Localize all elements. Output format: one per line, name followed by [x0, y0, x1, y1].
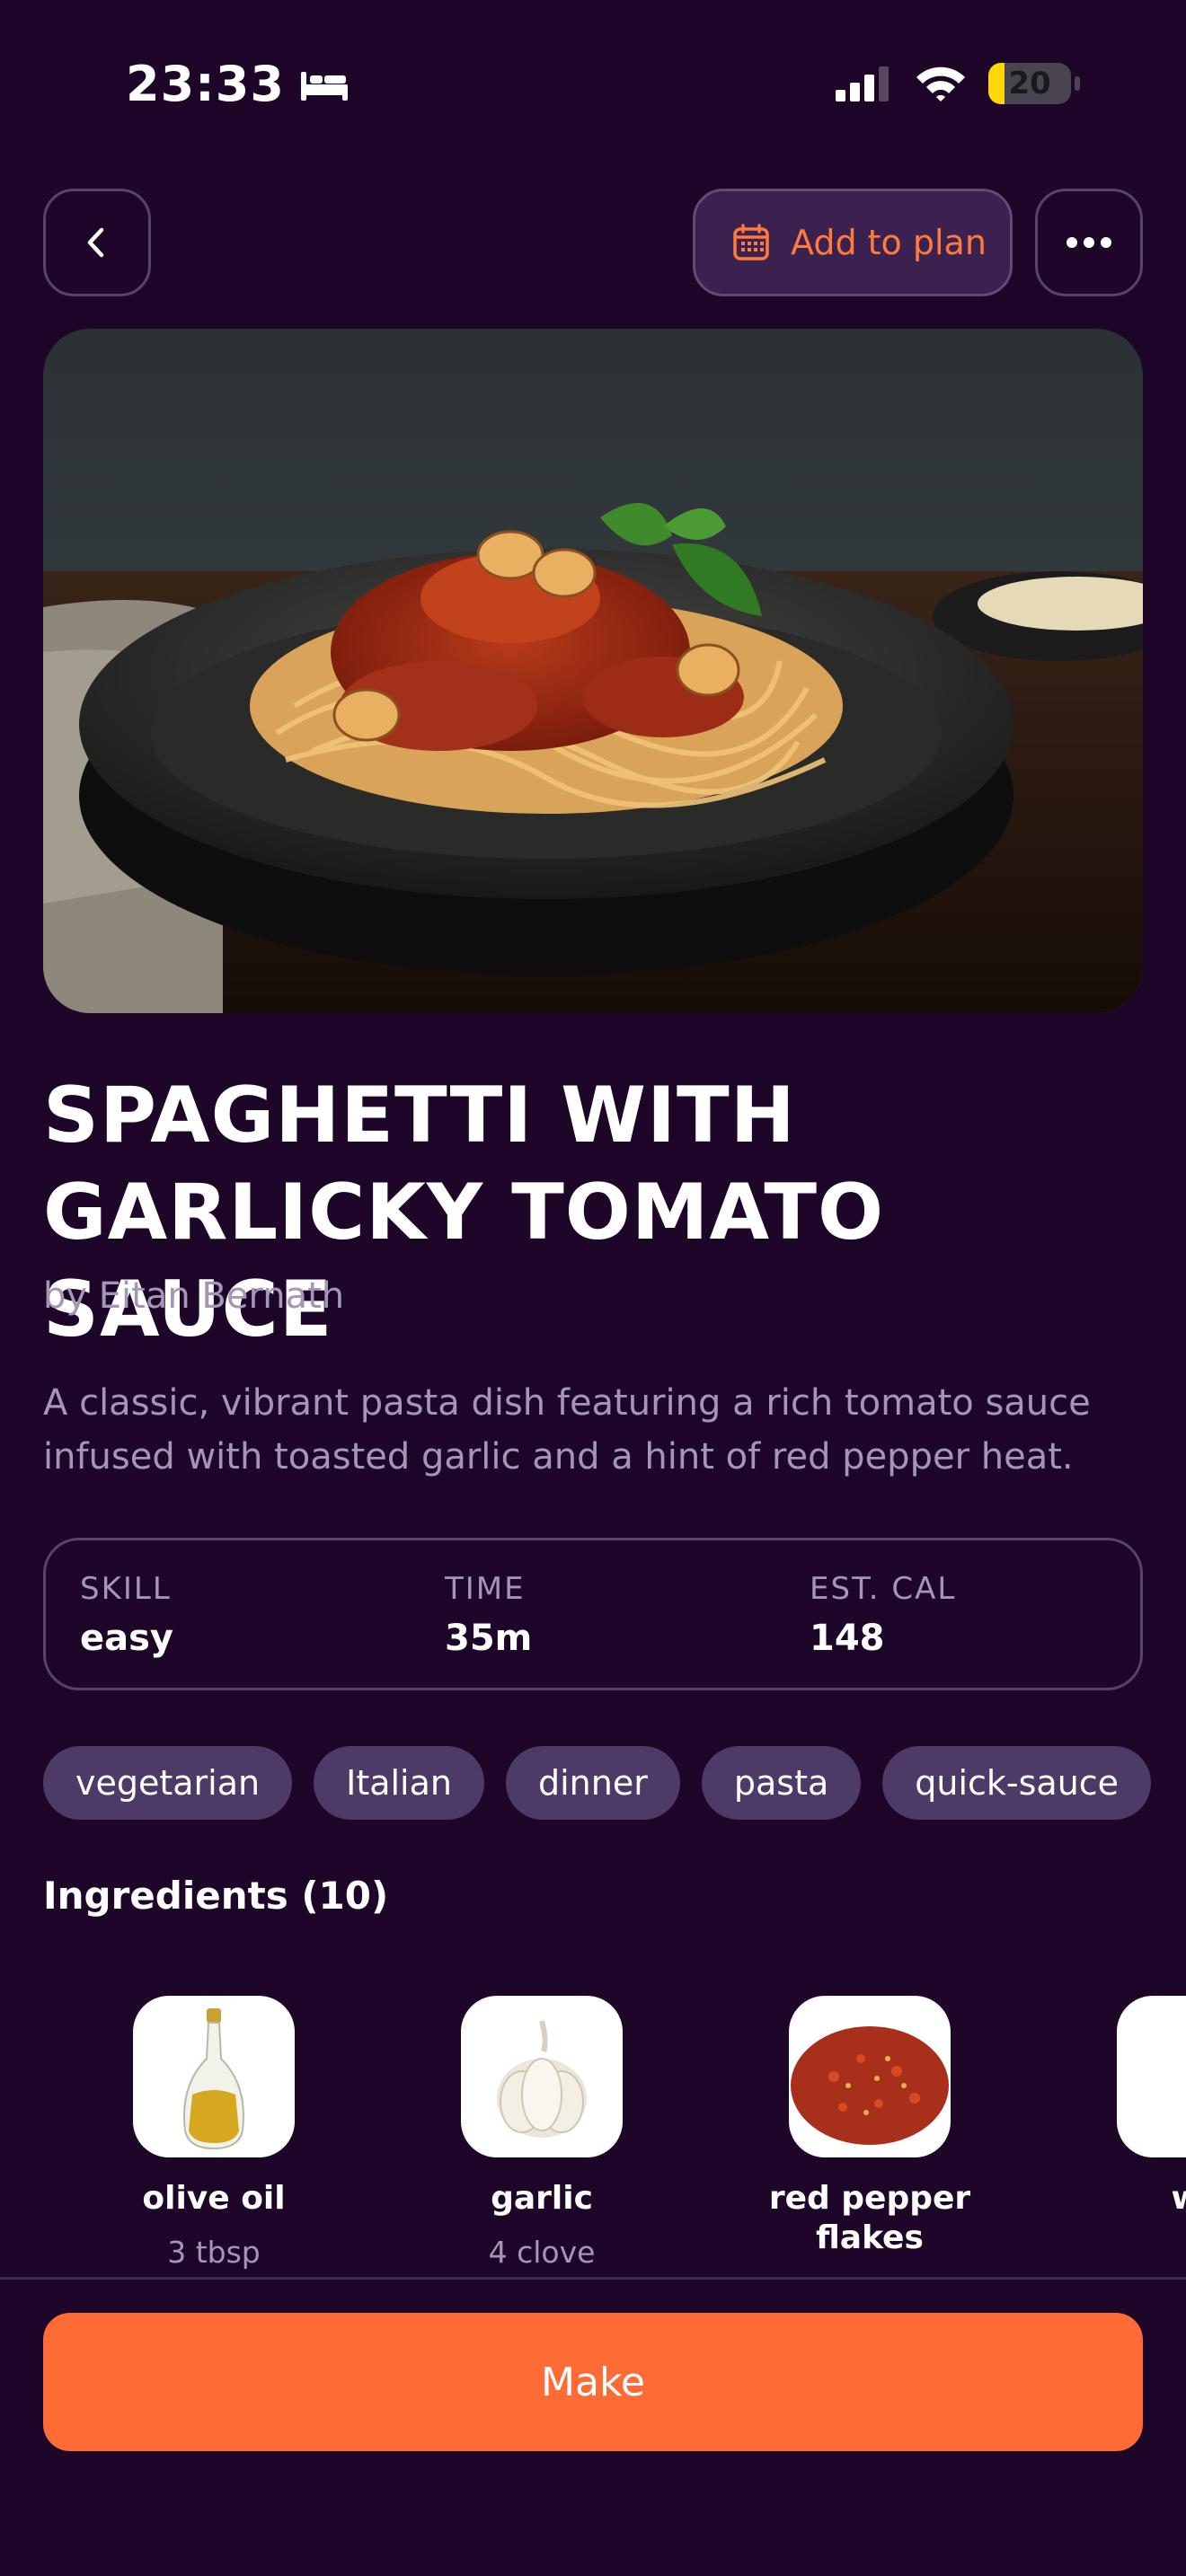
add-to-plan-button[interactable]: Add to plan: [693, 189, 1013, 296]
stat-skill: SKILL easy: [80, 1571, 173, 1659]
ellipsis-icon: [1067, 237, 1111, 248]
ingredient-image: [461, 1996, 623, 2157]
wifi-icon: [916, 66, 965, 101]
make-button[interactable]: Make: [43, 2313, 1143, 2451]
recipe-author[interactable]: by Eitan Bernath: [43, 1275, 344, 1317]
calendar-icon: [733, 224, 769, 260]
ingredient-name: garlic: [491, 2180, 593, 2217]
stat-label: TIME: [445, 1571, 526, 1607]
ingredient-image: [133, 1996, 295, 2157]
recipe-detail-screen: 23:33 20 Add to plan SPAGHETTI WITH GARL…: [0, 0, 1186, 2576]
cellular-signal-icon: [836, 66, 889, 101]
battery-cap: [1075, 76, 1080, 91]
recipe-hero-image: [43, 329, 1143, 1013]
stat-value: easy: [80, 1618, 174, 1659]
ingredient-name: red pepper flakes: [768, 2180, 971, 2256]
chevron-left-icon: [87, 227, 104, 258]
tag-list: vegetarian Italian dinner pasta quick-sa…: [43, 1746, 1152, 1820]
ingredients-heading: Ingredients (10): [43, 1874, 389, 1918]
tag-chip[interactable]: vegetarian: [43, 1746, 293, 1820]
tag-chip[interactable]: pasta: [701, 1746, 862, 1820]
recipe-stats-card: SKILL easy TIME 35m EST. CAL 148: [43, 1538, 1143, 1690]
ingredient-item[interactable]: red pepper flakes: [735, 1996, 1005, 2274]
stat-calories: EST. CAL 148: [810, 1571, 956, 1659]
status-time-group: 23:33: [126, 56, 351, 112]
battery-percent: 20: [1008, 66, 1051, 101]
ingredient-amount: 4 clove: [488, 2235, 596, 2270]
tag-chip[interactable]: quick-sauce: [882, 1746, 1152, 1820]
stat-label: SKILL: [80, 1571, 172, 1607]
stat-value: 35m: [445, 1618, 533, 1659]
sleep-focus-icon: [300, 71, 348, 101]
bottom-divider: [0, 2277, 1186, 2280]
ingredient-image: [789, 1996, 951, 2157]
ingredient-amount: 3 tbsp: [167, 2235, 261, 2270]
ingredient-name: olive oil: [142, 2180, 286, 2217]
red-pepper-flakes-icon: [791, 2026, 949, 2145]
more-options-button[interactable]: [1035, 189, 1143, 296]
stat-label: EST. CAL: [810, 1571, 957, 1607]
pasta-dish-illustration: [43, 329, 1143, 1013]
back-button[interactable]: [43, 189, 151, 296]
ingredients-carousel[interactable]: olive oil 3 tbsp garlic 4 clove red pepp…: [0, 1996, 1186, 2276]
ingredient-item[interactable]: olive oil 3 tbsp: [79, 1996, 349, 2270]
garlic-icon: [497, 2020, 587, 2138]
ingredient-name: wh: [1063, 2179, 1186, 2219]
status-time: 23:33: [126, 56, 285, 112]
tag-chip[interactable]: Italian: [314, 1746, 484, 1820]
status-indicators: 20: [834, 63, 1080, 104]
olive-oil-bottle-icon: [183, 2008, 244, 2150]
ingredient-item[interactable]: garlic 4 clove: [407, 1996, 677, 2270]
ingredient-item[interactable]: wh: [1063, 1996, 1186, 2235]
battery-indicator: 20: [988, 63, 1071, 104]
tag-chip[interactable]: dinner: [506, 1746, 680, 1820]
stat-time: TIME 35m: [445, 1571, 532, 1659]
status-bar: 23:33 20: [0, 0, 1186, 171]
stat-value: 148: [810, 1618, 885, 1659]
ingredient-image: [1117, 1996, 1186, 2157]
recipe-description: A classic, vibrant pasta dish featuring …: [43, 1382, 1091, 1478]
add-to-plan-label: Add to plan: [791, 223, 987, 262]
